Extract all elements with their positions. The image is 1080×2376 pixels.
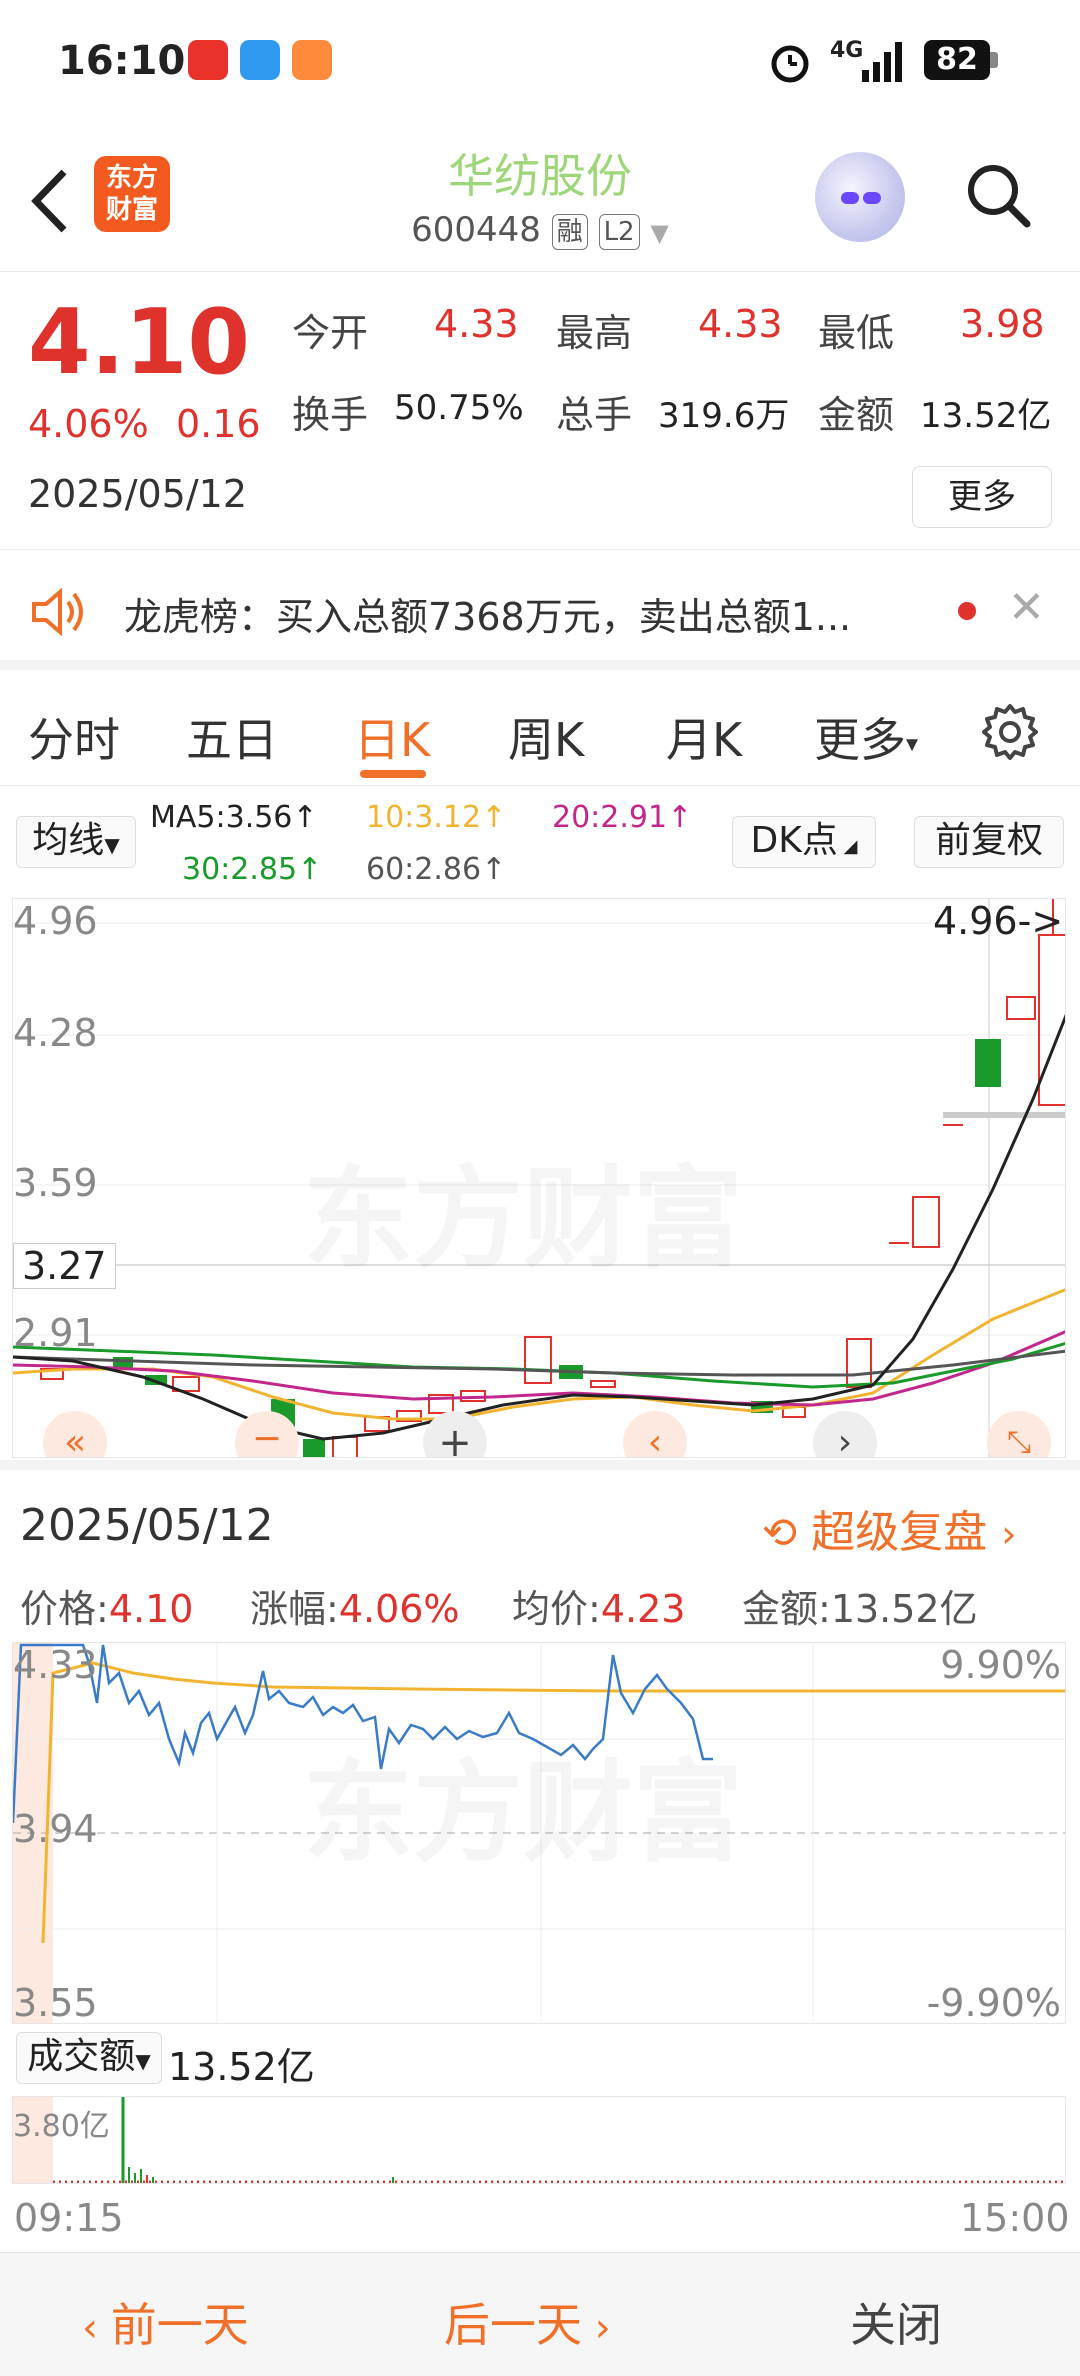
active-tab-indicator — [360, 770, 426, 778]
volume-total: 13.52亿 — [168, 2045, 315, 2089]
bottom-bar: ‹ 前一天 后一天 › 关闭 — [0, 2252, 1080, 2376]
tab-weekly-k[interactable]: 周K — [508, 704, 584, 770]
history-icon: ⟲ — [762, 1508, 798, 1557]
intraday-mid: 3.94 — [13, 1807, 98, 1851]
dk-point-select[interactable]: DK点 ◢ — [732, 816, 876, 868]
tab-more[interactable]: 更多▾ — [814, 704, 918, 770]
watermark-intraday: 东方财富 — [303, 1723, 743, 1883]
ma60-value: 60:2.86↑ — [366, 852, 507, 887]
crosshair-price: 3.27 — [13, 1243, 116, 1289]
tab-intraday[interactable]: 分时 — [28, 704, 120, 770]
turnover-value: 50.75% — [394, 388, 524, 428]
quote-panel: 4.10 4.06% 0.16 2025/05/12 今开 4.33 最高 4.… — [0, 272, 1080, 550]
y-label-min: 2.91 — [13, 1311, 98, 1355]
volume-select[interactable]: 成交额▼ — [16, 2032, 162, 2084]
watermark: 东方财富 — [303, 1129, 743, 1289]
replay-date: 2025/05/12 — [20, 1500, 274, 1551]
more-button[interactable]: 更多 — [912, 466, 1052, 528]
last-price: 4.10 — [28, 290, 251, 395]
level2-tag: L2 — [598, 213, 640, 250]
time-start: 09:15 — [14, 2196, 124, 2240]
volume-chart[interactable]: 3.80亿 — [12, 2096, 1066, 2184]
caret-down-icon[interactable]: ▼ — [650, 219, 668, 247]
turnover-label: 换手 — [292, 393, 369, 437]
y-label-3: 3.59 — [13, 1161, 98, 1205]
prev-day-button[interactable]: ‹ 前一天 — [82, 2289, 249, 2355]
network-type: 4G — [830, 38, 864, 63]
volume-svg — [13, 2097, 1065, 2183]
ma30-value: 30:2.85↑ — [182, 852, 323, 887]
intraday-high-pct: 9.90% — [940, 1643, 1061, 1687]
adjust-select[interactable]: 前复权 — [914, 816, 1064, 868]
close-button[interactable]: 关闭 — [850, 2289, 942, 2355]
low-label: 最低 — [818, 311, 895, 355]
intraday-low-pct: -9.90% — [926, 1981, 1061, 2024]
super-replay-link[interactable]: ⟲ 超级复盘 › — [762, 1496, 1016, 1560]
app2-notification-icon — [292, 40, 332, 80]
intraday-chart[interactable]: 东方财富 4.33 3.94 3.55 9.90% -9.90% — [12, 1642, 1066, 2024]
stock-name: 华纺股份 — [448, 149, 632, 203]
intraday-low: 3.55 — [13, 1981, 98, 2024]
kline-chart[interactable]: 东方财富 4.96 4.28 3.59 3.27 2.91 4.96-> « −… — [12, 898, 1066, 1458]
close-icon[interactable]: ✕ — [1008, 582, 1045, 633]
volume-max: 3.80亿 — [13, 2109, 110, 2144]
ma10-value: 10:3.12↑ — [366, 800, 507, 835]
margin-tag: 融 — [551, 213, 588, 250]
max-marker: 4.96-> — [933, 899, 1064, 943]
open-value: 4.33 — [434, 302, 519, 346]
replay-price: 价格:4.10 — [20, 1587, 194, 1631]
high-value: 4.33 — [698, 302, 783, 346]
change-amount: 0.16 — [176, 402, 261, 446]
time-end: 15:00 — [960, 2196, 1070, 2240]
ma5-value: MA5:3.56↑ — [150, 800, 318, 835]
open-label: 今开 — [292, 311, 369, 355]
y-label-2: 4.28 — [13, 1011, 98, 1055]
amount-value: 13.52亿 — [920, 396, 1052, 436]
tab-daily-k[interactable]: 日K — [354, 704, 430, 770]
y-label-max: 4.96 — [13, 899, 98, 943]
status-time: 16:10 — [58, 38, 186, 84]
high-label: 最高 — [556, 311, 633, 355]
intraday-high: 4.33 — [13, 1643, 98, 1687]
ma-select[interactable]: 均线▼ — [16, 816, 136, 868]
battery-cap — [990, 52, 998, 68]
section-divider — [0, 1460, 1080, 1470]
volume-label: 总手 — [556, 393, 633, 437]
low-value: 3.98 — [960, 302, 1045, 346]
search-icon[interactable] — [965, 162, 1031, 228]
stock-header: 东方 财富 华纺股份 600448 融 L2 ▼ — [0, 130, 1080, 272]
quote-date: 2025/05/12 — [28, 472, 248, 516]
assistant-avatar[interactable] — [815, 152, 905, 242]
replay-avg: 均价:4.23 — [512, 1587, 686, 1631]
replay-change: 涨幅:4.06% — [250, 1587, 460, 1631]
signal-icon — [862, 42, 902, 82]
speaker-icon — [32, 587, 83, 637]
chat-notification-icon — [240, 40, 280, 80]
stock-code: 600448 — [411, 210, 541, 250]
unread-dot — [958, 602, 976, 620]
replay-amount: 金额:13.52亿 — [742, 1587, 978, 1631]
change-percent: 4.06% — [28, 402, 149, 446]
settings-gear-icon[interactable] — [980, 702, 1040, 762]
tab-monthly-k[interactable]: 月K — [666, 704, 742, 770]
ma-legend: 均线▼ MA5:3.56↑ 10:3.12↑ 20:2.91↑ 30:2.85↑… — [0, 786, 1080, 896]
amount-label: 金额 — [818, 393, 895, 437]
next-day-button[interactable]: 后一天 › — [444, 2289, 611, 2355]
status-bar: 16:10 4G 82 — [0, 0, 1080, 130]
notice-bar[interactable]: 龙虎榜：买入总额7368万元，卖出总额1... ✕ — [0, 550, 1080, 670]
tab-five-day[interactable]: 五日 — [186, 704, 278, 770]
alarm-icon — [771, 45, 809, 83]
notice-text[interactable]: 龙虎榜：买入总额7368万元，卖出总额1... — [124, 586, 851, 641]
battery-level: 82 — [924, 40, 990, 80]
ma20-value: 20:2.91↑ — [552, 800, 693, 835]
stock-code-row: 600448 融 L2 ▼ — [0, 210, 1080, 250]
app-notification-icon — [188, 40, 228, 80]
chart-tabs: 分时 五日 日K 周K 月K 更多▾ — [0, 676, 1080, 786]
volume-value: 319.6万 — [658, 396, 790, 436]
